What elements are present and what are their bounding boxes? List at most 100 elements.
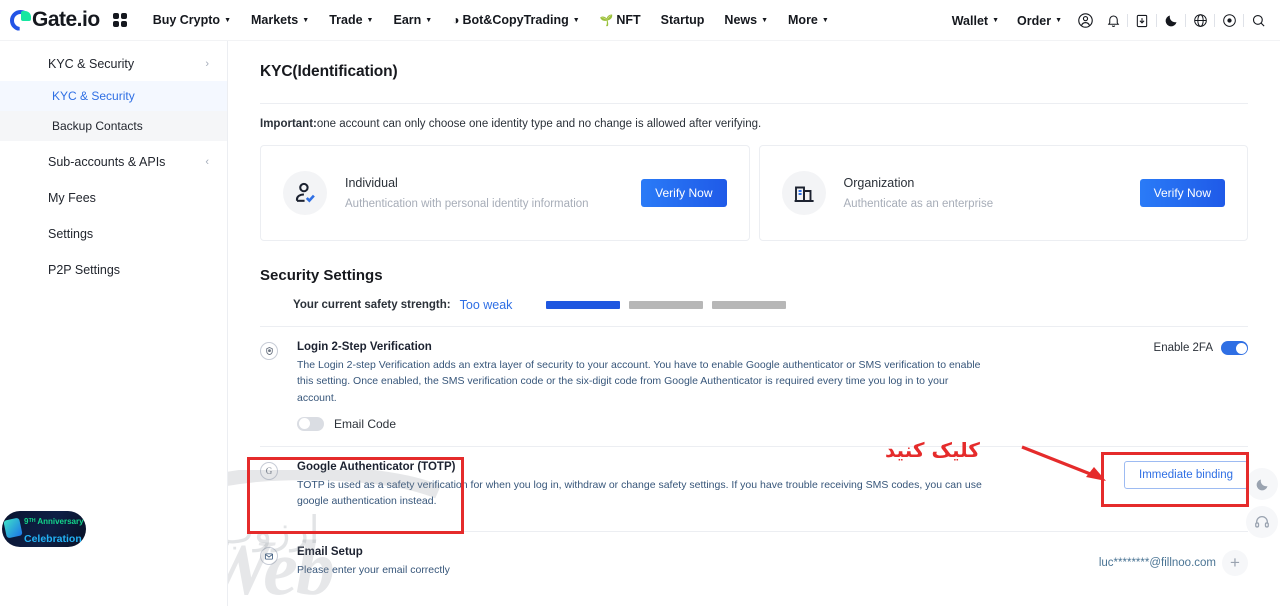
chevron-right-icon: ›	[205, 58, 209, 70]
chevron-down-icon: ▼	[572, 16, 580, 24]
header-right-area: Wallet ▼ Order ▼	[943, 0, 1272, 41]
nav-label: News	[724, 13, 758, 27]
wallet-menu[interactable]: Wallet ▼	[943, 14, 1008, 28]
floating-action-buttons	[1246, 468, 1278, 544]
enable-2fa-toggle[interactable]	[1221, 341, 1248, 355]
nav-label: Trade	[329, 13, 363, 27]
sidebar-item-label: My Fees	[48, 191, 96, 205]
kyc-card-title: Organization	[843, 176, 915, 190]
individual-person-icon	[283, 171, 327, 215]
security-row-google-authenticator: G Google Authenticator (TOTP) TOTP is us…	[260, 447, 1248, 510]
security-row-login-2fa: Login 2-Step Verification The Login 2-st…	[260, 327, 1248, 431]
sidebar-item-label: Sub-accounts & APIs	[48, 155, 166, 169]
anniversary-label: Celebration	[24, 533, 82, 545]
nav-item-more[interactable]: More ▼	[778, 0, 839, 41]
nav-item-startup[interactable]: Startup	[651, 0, 715, 41]
plus-icon[interactable]: +	[1222, 550, 1248, 577]
nav-item-bot-copytrading[interactable]: ◑ Bot&CopyTrading ▼	[442, 0, 589, 41]
chevron-down-icon: ▼	[761, 16, 769, 24]
security-row-email-setup: Email Setup Please enter your email corr…	[260, 532, 1248, 578]
apps-grid-icon[interactable]	[112, 13, 127, 27]
page-title: KYC(Identification)	[260, 63, 398, 80]
google-authenticator-body: Google Authenticator (TOTP) TOTP is used…	[297, 461, 1248, 510]
nav-item-trade[interactable]: Trade ▼	[319, 0, 383, 41]
bot-icon: ◑	[452, 13, 460, 27]
sidebar-item-p2p-settings[interactable]: P2P Settings	[0, 253, 227, 287]
brand-logo[interactable]: Gate.io	[10, 8, 100, 32]
security-row-title: Login 2-Step Verification	[297, 341, 432, 353]
nav-label: Earn	[393, 13, 422, 27]
security-row-desc: The Login 2-step Verification adds an ex…	[297, 359, 981, 404]
sidebar-item-label: Backup Contacts	[52, 119, 143, 133]
safety-strength-value: Too weak	[459, 298, 513, 312]
kyc-card-individual[interactable]: Individual Authentication with personal …	[260, 145, 750, 241]
strength-segment-1	[546, 301, 621, 309]
sidebar-item-backup-contacts[interactable]: Backup Contacts	[0, 111, 227, 141]
logo-text: Gate.io	[32, 8, 100, 31]
anniversary-badge[interactable]: 9ᵀᴴ Anniversary Celebration	[2, 511, 86, 547]
chevron-down-icon: ▼	[366, 16, 374, 24]
safety-strength-meter	[546, 301, 787, 309]
gem-icon	[3, 517, 23, 539]
kyc-card-desc: Authenticate as an enterprise	[843, 198, 994, 210]
search-icon[interactable]	[1244, 0, 1272, 41]
headset-support-icon[interactable]	[1246, 506, 1278, 538]
settings-circle-icon[interactable]	[1215, 0, 1243, 41]
chevron-down-icon: ▼	[1055, 17, 1062, 24]
safety-strength-label: Your current safety strength:	[293, 299, 451, 311]
chevron-down-icon: ▼	[425, 16, 433, 24]
email-code-label: Email Code	[334, 416, 397, 431]
main-content: KYC(Identification) Important:one accoun…	[228, 41, 1280, 606]
strength-segment-2	[629, 301, 704, 309]
safety-strength-row: Your current safety strength: Too weak	[260, 298, 1248, 312]
email-masked-value: luc********@fillnoo.com	[1098, 557, 1216, 570]
kyc-individual-text: Individual Authentication with personal …	[345, 176, 641, 210]
nav-label: Startup	[660, 13, 705, 27]
order-label: Order	[1017, 13, 1052, 28]
nav-item-earn[interactable]: Earn ▼	[383, 0, 442, 41]
main-nav: Buy Crypto ▼ Markets ▼ Trade ▼ Earn ▼ ◑ …	[143, 0, 839, 41]
important-note: Important:one account can only choose on…	[260, 118, 1248, 130]
anniversary-year: 9ᵀᴴ Anniversary	[24, 517, 84, 526]
nav-label: Buy Crypto	[152, 13, 221, 27]
nav-item-markets[interactable]: Markets ▼	[241, 0, 319, 41]
immediate-binding-button[interactable]: Immediate binding	[1124, 460, 1248, 489]
security-row-desc: TOTP is used as a safety verification fo…	[297, 478, 982, 508]
order-menu[interactable]: Order ▼	[1008, 14, 1071, 28]
sidebar-item-settings[interactable]: Settings	[0, 217, 227, 251]
nav-item-news[interactable]: News ▼	[714, 0, 778, 41]
sidebar-item-kyc-security-group[interactable]: KYC & Security ›	[0, 47, 227, 81]
kyc-cards: Individual Authentication with personal …	[260, 145, 1248, 241]
kyc-card-title: Individual	[345, 176, 398, 190]
chevron-down-icon: ▼	[821, 16, 829, 24]
wallet-label: Wallet	[951, 13, 989, 28]
envelope-icon	[260, 547, 278, 566]
account-icon[interactable]	[1071, 0, 1099, 41]
chevron-left-icon: ‹	[205, 156, 209, 168]
enable-2fa-label: Enable 2FA	[1153, 342, 1213, 354]
sidebar-item-label: P2P Settings	[48, 263, 121, 277]
kyc-card-organization[interactable]: Organization Authenticate as an enterpri…	[758, 145, 1248, 241]
verify-now-individual-button[interactable]: Verify Now	[641, 179, 727, 207]
immediate-binding-control: Immediate binding	[1124, 460, 1248, 489]
nav-label: NFT	[616, 13, 641, 27]
top-header: Gate.io Buy Crypto ▼ Markets ▼ Trade ▼ E…	[0, 0, 1280, 41]
important-text: one account can only choose one identity…	[316, 118, 762, 130]
download-icon[interactable]	[1128, 0, 1156, 41]
sidebar-item-kyc-security[interactable]: KYC & Security	[0, 81, 227, 111]
theme-moon-icon[interactable]	[1246, 468, 1278, 500]
dark-mode-icon[interactable]	[1157, 0, 1185, 41]
bell-icon[interactable]	[1099, 0, 1127, 41]
sidebar-item-my-fees[interactable]: My Fees	[0, 181, 227, 215]
sidebar-item-sub-accounts-apis[interactable]: Sub-accounts & APIs ‹	[0, 145, 227, 179]
nav-item-nft[interactable]: 🌱 NFT	[590, 0, 651, 41]
email-code-toggle[interactable]	[297, 416, 324, 431]
language-globe-icon[interactable]	[1186, 0, 1214, 41]
leaf-icon: 🌱	[599, 14, 614, 27]
sidebar-item-label: Settings	[48, 227, 94, 241]
security-row-title: Google Authenticator (TOTP)	[297, 460, 456, 473]
important-label: Important:	[260, 118, 317, 130]
verify-now-organization-button[interactable]: Verify Now	[1139, 179, 1225, 207]
chevron-down-icon: ▼	[302, 16, 310, 24]
nav-item-buy-crypto[interactable]: Buy Crypto ▼	[143, 0, 241, 41]
